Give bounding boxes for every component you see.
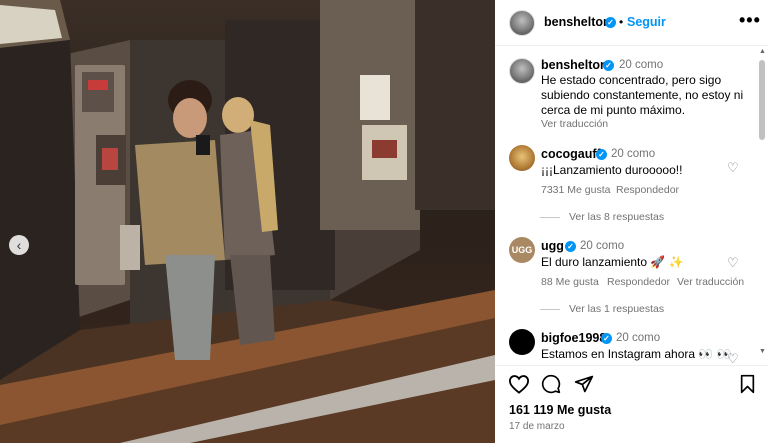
comment-item: UGG ugg ✓ 20 como El duro lanzamiento 🚀 … (495, 235, 757, 320)
comment-bubble-icon[interactable] (541, 374, 561, 394)
scroll-down-arrow-icon[interactable]: ▼ (759, 348, 766, 355)
post-header: benshelton ✓ • Seguir ••• (495, 0, 768, 46)
elevator-selfie-image (0, 0, 495, 443)
verified-badge-icon: ✓ (601, 333, 612, 344)
chevron-left-icon: ‹ (16, 237, 22, 253)
more-options-icon[interactable]: ••• (739, 10, 761, 31)
separator: • (619, 15, 624, 29)
caption-avatar[interactable] (509, 58, 535, 84)
like-heart-icon[interactable]: ♡ (727, 255, 739, 271)
verified-badge-icon: ✓ (605, 17, 616, 28)
caption-username[interactable]: benshelton (541, 58, 608, 72)
view-replies-link[interactable]: Ver las 8 respuestas (569, 211, 664, 223)
reply-button[interactable]: Respondedor (616, 184, 679, 196)
comment-text: Estamos en Instagram ahora 👀 👀 (541, 347, 732, 361)
like-heart-icon[interactable] (508, 374, 530, 394)
comment-username[interactable]: ugg (541, 239, 564, 253)
comment-username[interactable]: cocogauff (541, 147, 601, 161)
verified-badge-icon: ✓ (565, 241, 576, 252)
author-username[interactable]: benshelton (544, 15, 611, 29)
reply-button[interactable]: Respondedor (607, 276, 670, 288)
comment-item: bigfoe1998 ✓ 20 como Estamos en Instagra… (495, 327, 757, 365)
follow-button[interactable]: Seguir (627, 15, 666, 29)
like-heart-icon[interactable]: ♡ (727, 351, 739, 365)
author-avatar[interactable] (509, 10, 535, 36)
translate-link[interactable]: Ver traducción (677, 276, 744, 288)
comment-likes[interactable]: 88 Me gusta (541, 276, 599, 288)
comment-avatar[interactable]: UGG (509, 237, 535, 263)
post-date: 17 de marzo (509, 421, 565, 432)
verified-badge-icon: ✓ (603, 60, 614, 71)
caption-age: 20 como (619, 59, 664, 71)
scroll-up-arrow-icon[interactable]: ▲ (759, 48, 766, 55)
scrollbar-thumb[interactable] (759, 60, 765, 140)
view-replies-link[interactable]: Ver las 1 respuestas (569, 303, 664, 315)
comment-likes[interactable]: 7331 Me gusta (541, 184, 610, 196)
comment-text: El duro lanzamiento 🚀 ✨ (541, 255, 684, 269)
comments-list[interactable]: benshelton ✓ 20 como He estado concentra… (495, 47, 768, 365)
comment-avatar[interactable] (509, 329, 535, 355)
comment-age: 20 como (611, 148, 656, 160)
caption-row: benshelton ✓ 20 como He estado concentra… (495, 47, 757, 137)
verified-badge-icon: ✓ (596, 149, 607, 160)
comment-text: ¡¡¡Lanzamiento durooooo!! (541, 163, 683, 177)
post-actions: 161 119 Me gusta 17 de marzo (495, 365, 768, 443)
carousel-prev-button[interactable]: ‹ (9, 235, 29, 255)
post-photo[interactable]: ‹ (0, 0, 495, 443)
post-side-panel: benshelton ✓ • Seguir ••• benshelton ✓ 2… (495, 0, 768, 443)
caption-translate-link[interactable]: Ver traducción (541, 118, 608, 130)
comment-avatar[interactable] (509, 145, 535, 171)
likes-count[interactable]: 161 119 Me gusta (509, 403, 611, 417)
comment-age: 20 como (616, 332, 661, 344)
comment-age: 20 como (580, 240, 625, 252)
caption-text: He estado concentrado, pero sigo subiend… (541, 73, 744, 117)
bookmark-save-icon[interactable] (739, 374, 756, 394)
comment-item: cocogauff ✓ 20 como ¡¡¡Lanzamiento duroo… (495, 143, 757, 228)
share-send-icon[interactable] (574, 374, 594, 394)
replies-divider (540, 217, 560, 218)
comment-username[interactable]: bigfoe1998 (541, 331, 606, 345)
replies-divider (540, 309, 560, 310)
like-heart-icon[interactable]: ♡ (727, 160, 739, 176)
